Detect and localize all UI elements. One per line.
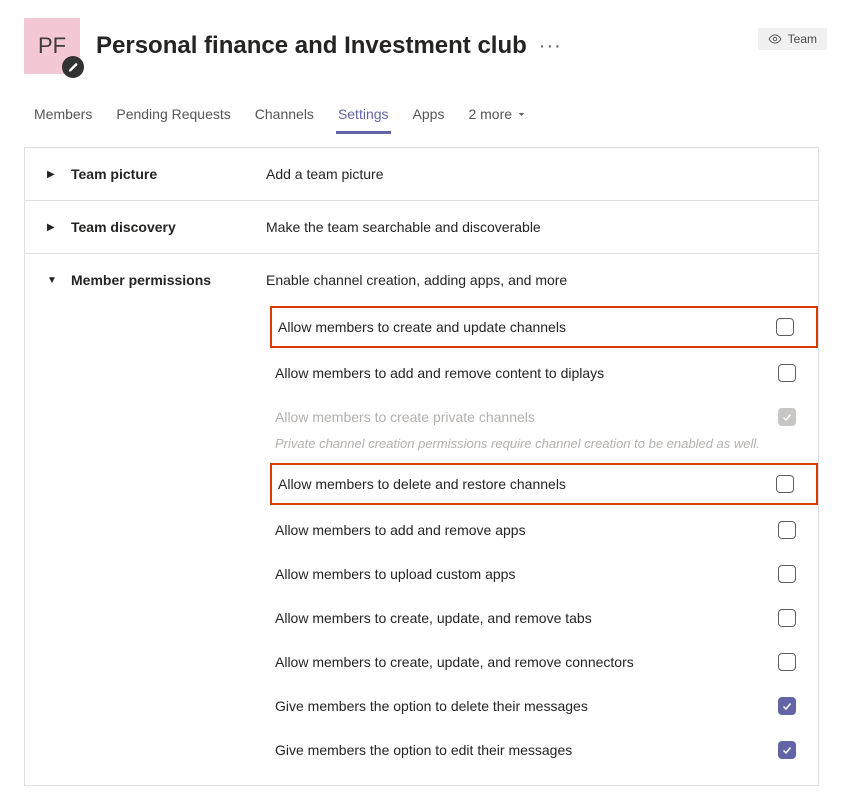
team-visibility-pill[interactable]: Team	[758, 28, 827, 50]
permission-label: Allow members to create and update chann…	[278, 319, 566, 335]
section-member-permissions-desc: Enable channel creation, adding apps, an…	[266, 272, 567, 288]
permission-help-text: Private channel creation permissions req…	[275, 436, 818, 463]
permission-list: Allow members to create and update chann…	[25, 306, 818, 785]
permission-checkbox[interactable]	[778, 364, 796, 382]
permission-row: Allow members to create and update chann…	[270, 306, 818, 348]
tab-more-label: 2 more	[468, 106, 512, 122]
section-member-permissions-title: Member permissions	[71, 272, 266, 288]
permission-row: Give members the option to edit their me…	[275, 731, 818, 769]
tab-members[interactable]: Members	[24, 96, 102, 134]
permission-row: Allow members to add and remove content …	[275, 354, 818, 392]
arrow-down-icon: ▼	[47, 275, 59, 286]
permission-label: Allow members to create, update, and rem…	[275, 610, 592, 626]
tab-pending-requests[interactable]: Pending Requests	[106, 96, 240, 134]
permission-label: Allow members to create private channels	[275, 409, 535, 425]
section-team-discovery-header[interactable]: ▶ Team discovery Make the team searchabl…	[25, 201, 818, 253]
permission-row: Allow members to create, update, and rem…	[275, 599, 818, 637]
pencil-icon	[68, 62, 79, 73]
edit-avatar-badge[interactable]	[62, 56, 84, 78]
permission-row: Allow members to add and remove apps	[275, 511, 818, 549]
team-title: Personal finance and Investment club	[96, 32, 527, 60]
permission-checkbox[interactable]	[778, 653, 796, 671]
permission-label: Allow members to create, update, and rem…	[275, 654, 634, 670]
permission-label: Allow members to delete and restore chan…	[278, 476, 566, 492]
section-member-permissions-header[interactable]: ▼ Member permissions Enable channel crea…	[25, 254, 818, 306]
chevron-down-icon	[516, 109, 527, 120]
more-options-button[interactable]: ···	[539, 36, 562, 56]
permission-label: Allow members to add and remove apps	[275, 522, 526, 538]
permission-label: Allow members to upload custom apps	[275, 566, 515, 582]
section-member-permissions: ▼ Member permissions Enable channel crea…	[25, 254, 818, 785]
section-team-discovery-desc: Make the team searchable and discoverabl…	[266, 219, 541, 235]
permission-label: Give members the option to delete their …	[275, 698, 588, 714]
permission-row: Allow members to delete and restore chan…	[270, 463, 818, 505]
permission-checkbox[interactable]	[778, 741, 796, 759]
permission-label: Give members the option to edit their me…	[275, 742, 572, 758]
permission-checkbox[interactable]	[778, 521, 796, 539]
section-team-picture: ▶ Team picture Add a team picture	[25, 148, 818, 201]
permission-row: Allow members to create, update, and rem…	[275, 643, 818, 681]
permission-checkbox[interactable]	[776, 475, 794, 493]
permission-checkbox[interactable]	[778, 697, 796, 715]
section-team-discovery: ▶ Team discovery Make the team searchabl…	[25, 201, 818, 254]
arrow-right-icon: ▶	[47, 222, 59, 233]
permission-row: Allow members to upload custom apps	[275, 555, 818, 593]
section-team-discovery-title: Team discovery	[71, 219, 266, 235]
section-team-picture-desc: Add a team picture	[266, 166, 384, 182]
permission-checkbox	[778, 408, 796, 426]
tab-bar: Members Pending Requests Channels Settin…	[0, 96, 843, 135]
arrow-right-icon: ▶	[47, 169, 59, 180]
permission-row: Allow members to create private channels	[275, 398, 818, 436]
permission-row: Give members the option to delete their …	[275, 687, 818, 725]
permission-checkbox[interactable]	[778, 609, 796, 627]
tab-settings[interactable]: Settings	[328, 96, 399, 134]
section-team-picture-title: Team picture	[71, 166, 266, 182]
permission-checkbox[interactable]	[778, 565, 796, 583]
eye-icon	[768, 32, 782, 46]
team-header: PF Personal finance and Investment club …	[0, 0, 843, 92]
team-avatar[interactable]: PF	[24, 18, 80, 74]
tab-channels[interactable]: Channels	[245, 96, 324, 134]
tab-more[interactable]: 2 more	[458, 96, 537, 134]
permission-checkbox[interactable]	[776, 318, 794, 336]
permission-label: Allow members to add and remove content …	[275, 365, 604, 381]
visibility-label: Team	[788, 32, 817, 46]
section-team-picture-header[interactable]: ▶ Team picture Add a team picture	[25, 148, 818, 200]
settings-panel: ▶ Team picture Add a team picture ▶ Team…	[24, 147, 819, 786]
tab-apps[interactable]: Apps	[403, 96, 455, 134]
title-row: Personal finance and Investment club ···	[96, 32, 562, 60]
